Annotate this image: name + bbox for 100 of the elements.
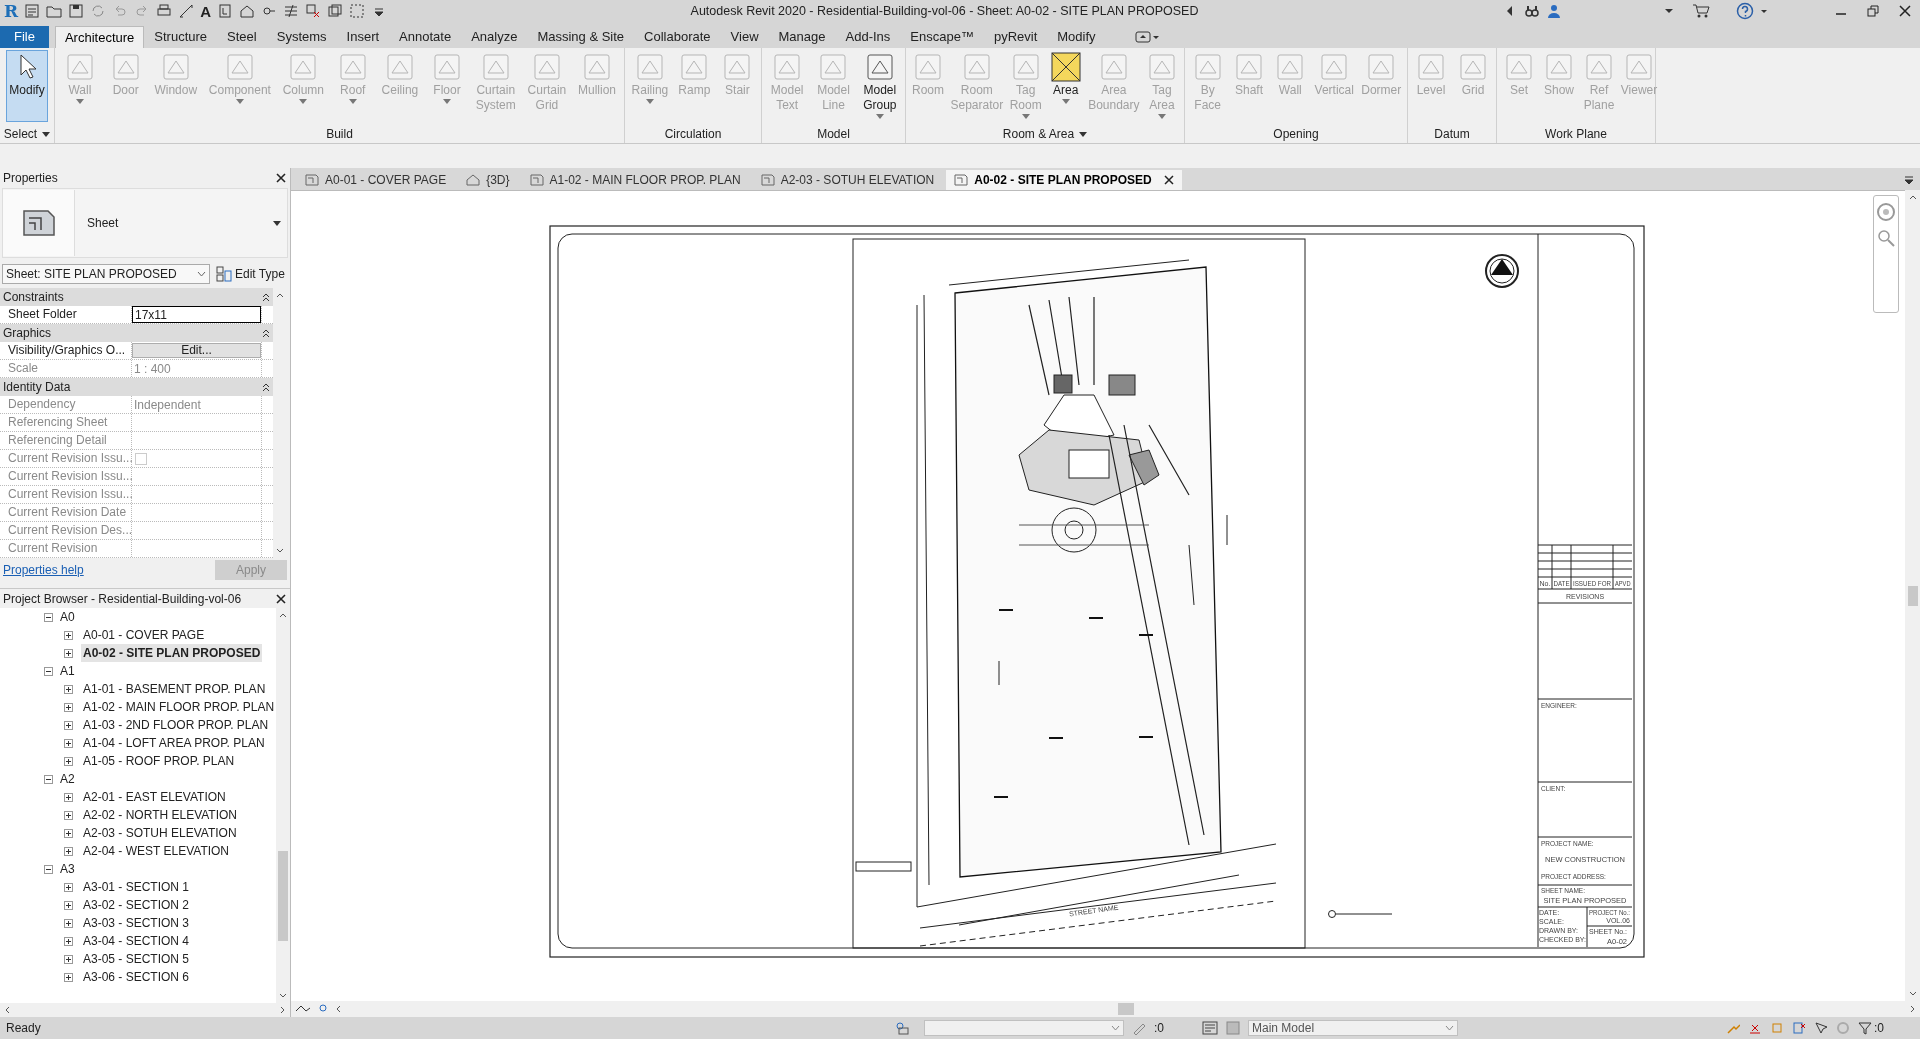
house-icon[interactable] (239, 3, 255, 19)
binoculars-icon[interactable] (1524, 3, 1540, 19)
sheet-folder-field[interactable]: 17x11 (132, 306, 261, 323)
checkbox[interactable] (135, 452, 147, 465)
ribbon-tab[interactable]: Systems (266, 26, 337, 48)
document-tab[interactable]: A1-02 - MAIN FLOOR PROP. PLAN (521, 170, 749, 190)
panel-toggle-icon[interactable] (1133, 29, 1160, 45)
help-icon[interactable] (1736, 2, 1754, 20)
help-link[interactable]: Properties help (3, 561, 84, 579)
expand-icon[interactable] (64, 630, 73, 640)
ribbon-tab[interactable]: pyRevit (983, 26, 1048, 48)
expand-icon[interactable] (64, 648, 73, 658)
open-folder-icon[interactable] (46, 3, 63, 19)
ribbon-tab[interactable]: Collaborate (634, 26, 721, 48)
worksets-icon[interactable] (894, 1020, 910, 1036)
ribbon-tab[interactable]: Structure (144, 26, 218, 48)
tree-item[interactable]: A3-04 - SECTION 4 (81, 932, 192, 950)
close-icon[interactable] (275, 592, 287, 605)
print-icon[interactable] (156, 3, 173, 19)
face-select-icon[interactable] (1792, 1021, 1806, 1035)
scrollbar[interactable] (1905, 190, 1920, 1001)
edit-button[interactable]: Edit... (132, 343, 261, 358)
ribbon-tab[interactable]: Massing & Site (527, 26, 635, 48)
text-tool-icon[interactable]: A (200, 3, 211, 19)
collapse-icon[interactable] (262, 328, 270, 338)
ribbon-tab[interactable]: Steel (217, 26, 267, 48)
ribbon-tool-button[interactable]: Modify (6, 50, 48, 122)
close-icon[interactable] (1163, 175, 1174, 185)
properties-icon[interactable] (24, 3, 41, 19)
tree-item[interactable]: A2-03 - SOTUH ELEVATION (81, 824, 239, 842)
tree-item[interactable]: A1 (60, 662, 75, 680)
expand-icon[interactable] (64, 684, 73, 694)
expand-icon[interactable] (64, 972, 73, 982)
edit-type-button[interactable]: Edit Type (216, 265, 285, 283)
expand-icon[interactable] (64, 954, 73, 964)
expand-icon[interactable] (64, 882, 73, 892)
scrollbar[interactable] (335, 1002, 1916, 1016)
instance-dropdown[interactable]: Sheet: SITE PLAN PROPOSED (2, 264, 210, 284)
collapse-icon[interactable] (44, 864, 53, 874)
tree-item[interactable]: A0-01 - COVER PAGE (81, 626, 207, 644)
expand-icon[interactable] (64, 756, 73, 766)
tree-item[interactable]: A3-05 - SECTION 5 (81, 950, 192, 968)
document-tab[interactable]: A2-03 - SOTUH ELEVATION (752, 170, 943, 190)
detail-level-icon[interactable] (319, 1003, 327, 1015)
tree-item[interactable]: A2-04 - WEST ELEVATION (81, 842, 232, 860)
scroll-thumb[interactable] (1117, 1003, 1134, 1015)
tree-item[interactable]: A3-01 - SECTION 1 (81, 878, 192, 896)
tree-item[interactable]: A2-01 - EAST ELEVATION (81, 788, 228, 806)
ribbon-tool-button[interactable]: Model Group (859, 50, 900, 122)
collapse-icon[interactable] (44, 612, 53, 622)
tree-item[interactable]: A1-02 - MAIN FLOOR PROP. PLAN (81, 698, 277, 716)
zoom-icon[interactable] (1876, 228, 1896, 248)
design-option-dropdown[interactable]: Main Model (1248, 1020, 1458, 1036)
expand-icon[interactable] (64, 828, 73, 838)
close-hidden-icon[interactable] (305, 3, 321, 19)
tree-item[interactable]: A3-02 - SECTION 2 (81, 896, 192, 914)
restore-icon[interactable] (1866, 4, 1880, 18)
tree-item[interactable]: A2 (60, 770, 75, 788)
panel-title[interactable]: Select (3, 125, 51, 143)
expand-icon[interactable] (64, 720, 73, 730)
user-icon[interactable] (1546, 3, 1562, 19)
tree-item[interactable]: A1-04 - LOFT AREA PROP. PLAN (81, 734, 267, 752)
tab-menu-icon[interactable] (1904, 176, 1914, 184)
ribbon-tab[interactable]: Enscape™ (900, 26, 984, 48)
scroll-thumb[interactable] (1907, 585, 1918, 606)
ribbon-tab[interactable]: Architecture (54, 26, 145, 48)
tree-item[interactable]: A3-03 - SECTION 3 (81, 914, 192, 932)
ribbon-tab[interactable]: Modify (1047, 26, 1106, 48)
ribbon-tool-button[interactable]: Area (1045, 50, 1086, 122)
tree-item[interactable]: A1-01 - BASEMENT PROP. PLAN (81, 680, 268, 698)
tree-item[interactable]: A0 (60, 608, 75, 626)
expand-icon[interactable] (64, 702, 73, 712)
ribbon-tab[interactable]: Analyze (461, 26, 528, 48)
collapse-icon[interactable] (44, 666, 53, 676)
file-menu-button[interactable]: File (0, 26, 49, 48)
tree-item[interactable]: A0-02 - SITE PLAN PROPOSED (81, 644, 263, 662)
close-icon[interactable] (1898, 4, 1912, 18)
collapse-icon[interactable] (262, 382, 270, 392)
ribbon-tab[interactable]: Add-Ins (835, 26, 901, 48)
type-selector[interactable]: Sheet (2, 188, 288, 258)
document-tab[interactable]: A0-01 - COVER PAGE (297, 170, 455, 190)
drag-select-icon[interactable] (1814, 1021, 1828, 1035)
expand-icon[interactable] (64, 936, 73, 946)
panel-title[interactable]: Room & Area (1002, 125, 1088, 143)
tree-item[interactable]: A1-03 - 2ND FLOOR PROP. PLAN (81, 716, 271, 734)
app-logo[interactable]: R (4, 2, 19, 20)
document-tab[interactable]: {3D} (458, 170, 518, 190)
thin-lines-icon[interactable] (283, 3, 299, 19)
tree-item[interactable]: A1-05 - ROOF PROP. PLAN (81, 752, 237, 770)
measure-icon[interactable] (178, 3, 195, 19)
expand-icon[interactable] (64, 738, 73, 748)
tree-item[interactable]: A3-06 - SECTION 6 (81, 968, 192, 986)
ribbon-tab[interactable]: Insert (336, 26, 390, 48)
collapse-icon[interactable] (44, 774, 53, 784)
expand-icon[interactable] (64, 900, 73, 910)
switch-windows-icon[interactable] (327, 3, 343, 19)
ribbon-tab[interactable]: Manage (768, 26, 836, 48)
save-icon[interactable] (68, 3, 85, 19)
tree-item[interactable]: A2-02 - NORTH ELEVATION (81, 806, 240, 824)
expand-icon[interactable] (64, 846, 73, 856)
